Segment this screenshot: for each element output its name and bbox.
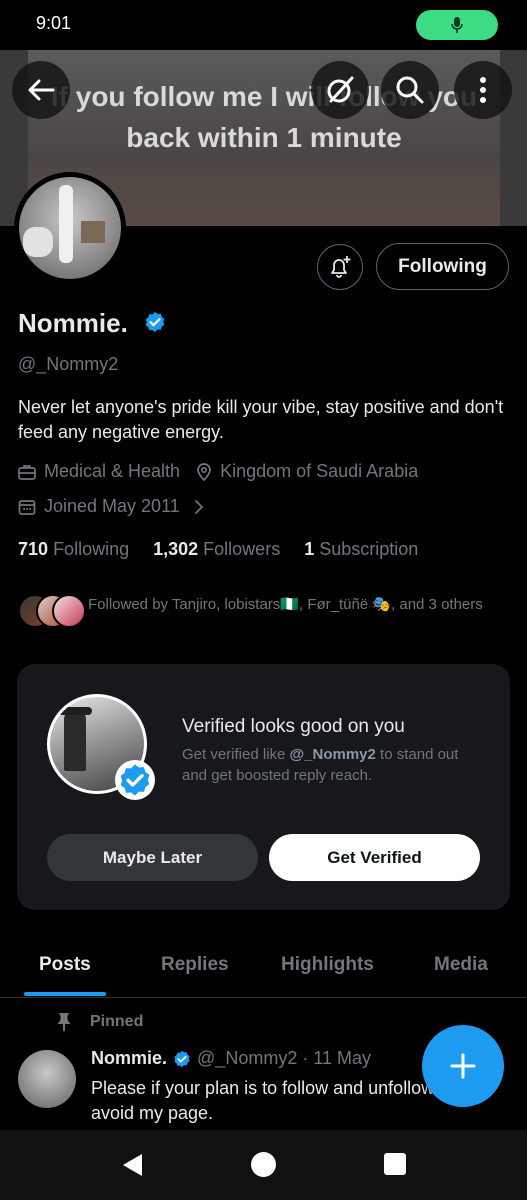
profile-stats: 710 Following 1,302 Followers 1 Subscrip… bbox=[18, 539, 442, 560]
nav-home-button[interactable] bbox=[251, 1152, 276, 1177]
verify-card-badge bbox=[115, 760, 155, 800]
post-date: · 11 May bbox=[302, 1048, 372, 1068]
mutual-avatars bbox=[18, 594, 88, 628]
system-nav-bar bbox=[0, 1130, 527, 1200]
verified-badge bbox=[173, 1050, 191, 1068]
profile-bio: Never let anyone's pride kill your vibe,… bbox=[18, 397, 504, 442]
search-button[interactable] bbox=[381, 61, 439, 119]
profile-joined: Joined May 2011 bbox=[44, 496, 180, 516]
joined-row[interactable]: Joined May 2011 bbox=[18, 496, 212, 517]
tab-replies[interactable]: Replies bbox=[161, 954, 229, 976]
verified-badge-icon bbox=[145, 312, 165, 332]
profile-handle: @_Nommy2 bbox=[18, 354, 119, 374]
active-tab-indicator bbox=[24, 992, 106, 996]
get-verified-button[interactable]: Get Verified bbox=[269, 834, 480, 881]
profile-category[interactable]: Medical & Health bbox=[44, 461, 180, 482]
profile-tabs: Posts Replies Highlights Media bbox=[0, 940, 527, 998]
subscription-stat[interactable]: 1 Subscription bbox=[304, 539, 418, 560]
following-stat[interactable]: 710 Following bbox=[18, 539, 129, 560]
verified-badge-icon bbox=[174, 1050, 190, 1067]
following-button[interactable]: Following bbox=[376, 243, 509, 290]
pin-icon bbox=[56, 1012, 72, 1032]
tab-highlights[interactable]: Highlights bbox=[281, 954, 374, 976]
more-button[interactable] bbox=[454, 61, 512, 119]
profile-avatar[interactable] bbox=[14, 172, 126, 284]
post-author-handle: @_Nommy2 bbox=[197, 1048, 298, 1068]
mic-indicator bbox=[416, 10, 498, 40]
profile-name: Nommie. bbox=[18, 308, 128, 338]
verified-badge[interactable] bbox=[144, 311, 166, 338]
notifications-bell-button[interactable] bbox=[317, 244, 363, 290]
status-time: 9:01 bbox=[36, 13, 72, 33]
get-verified-card: Verified looks good on you Get verified … bbox=[17, 664, 510, 910]
followed-by-row[interactable]: Followed by Tanjiro, lobistars🇳🇬, Før_tü… bbox=[18, 594, 513, 628]
back-button[interactable] bbox=[12, 61, 70, 119]
location-pin-icon bbox=[196, 462, 212, 481]
post-author-name[interactable]: Nommie. bbox=[91, 1048, 167, 1069]
plus-icon bbox=[450, 1053, 476, 1079]
pinned-label-row: Pinned bbox=[56, 1012, 143, 1032]
nav-back-button[interactable] bbox=[120, 1152, 144, 1178]
post-header: Nommie. @_Nommy2 · 11 May bbox=[91, 1048, 371, 1069]
tab-media[interactable]: Media bbox=[434, 954, 488, 976]
profile-location: Kingdom of Saudi Arabia bbox=[220, 461, 419, 481]
status-bar: 9:01 bbox=[0, 0, 527, 50]
briefcase-icon bbox=[18, 464, 36, 480]
verify-card-description: Get verified like @_Nommy2 to stand out … bbox=[182, 746, 459, 784]
grok-icon bbox=[327, 76, 354, 103]
avatar-image bbox=[19, 177, 121, 279]
maybe-later-button[interactable]: Maybe Later bbox=[47, 834, 258, 881]
followers-stat[interactable]: 1,302 Followers bbox=[153, 539, 280, 560]
bell-plus-icon bbox=[331, 256, 351, 278]
profile-meta-row: Medical & Health Kingdom of Saudi Arabia bbox=[18, 461, 418, 482]
chevron-right-icon bbox=[194, 499, 204, 515]
more-vertical-icon bbox=[480, 77, 486, 103]
post-author-avatar[interactable] bbox=[18, 1050, 76, 1108]
pinned-label: Pinned bbox=[90, 1013, 144, 1030]
avatar bbox=[52, 594, 86, 628]
followed-by-text: Followed by Tanjiro, lobistars🇳🇬, Før_tü… bbox=[88, 596, 483, 613]
verify-card-title: Verified looks good on you bbox=[182, 716, 405, 737]
back-arrow-icon bbox=[28, 79, 55, 101]
compose-post-button[interactable] bbox=[422, 1025, 504, 1107]
nav-recents-button[interactable] bbox=[384, 1153, 406, 1175]
calendar-icon bbox=[18, 498, 36, 516]
verified-badge-icon bbox=[120, 764, 150, 796]
tab-posts[interactable]: Posts bbox=[39, 954, 91, 976]
mic-icon bbox=[451, 17, 463, 33]
grok-button[interactable] bbox=[311, 61, 369, 119]
search-icon bbox=[396, 76, 424, 104]
